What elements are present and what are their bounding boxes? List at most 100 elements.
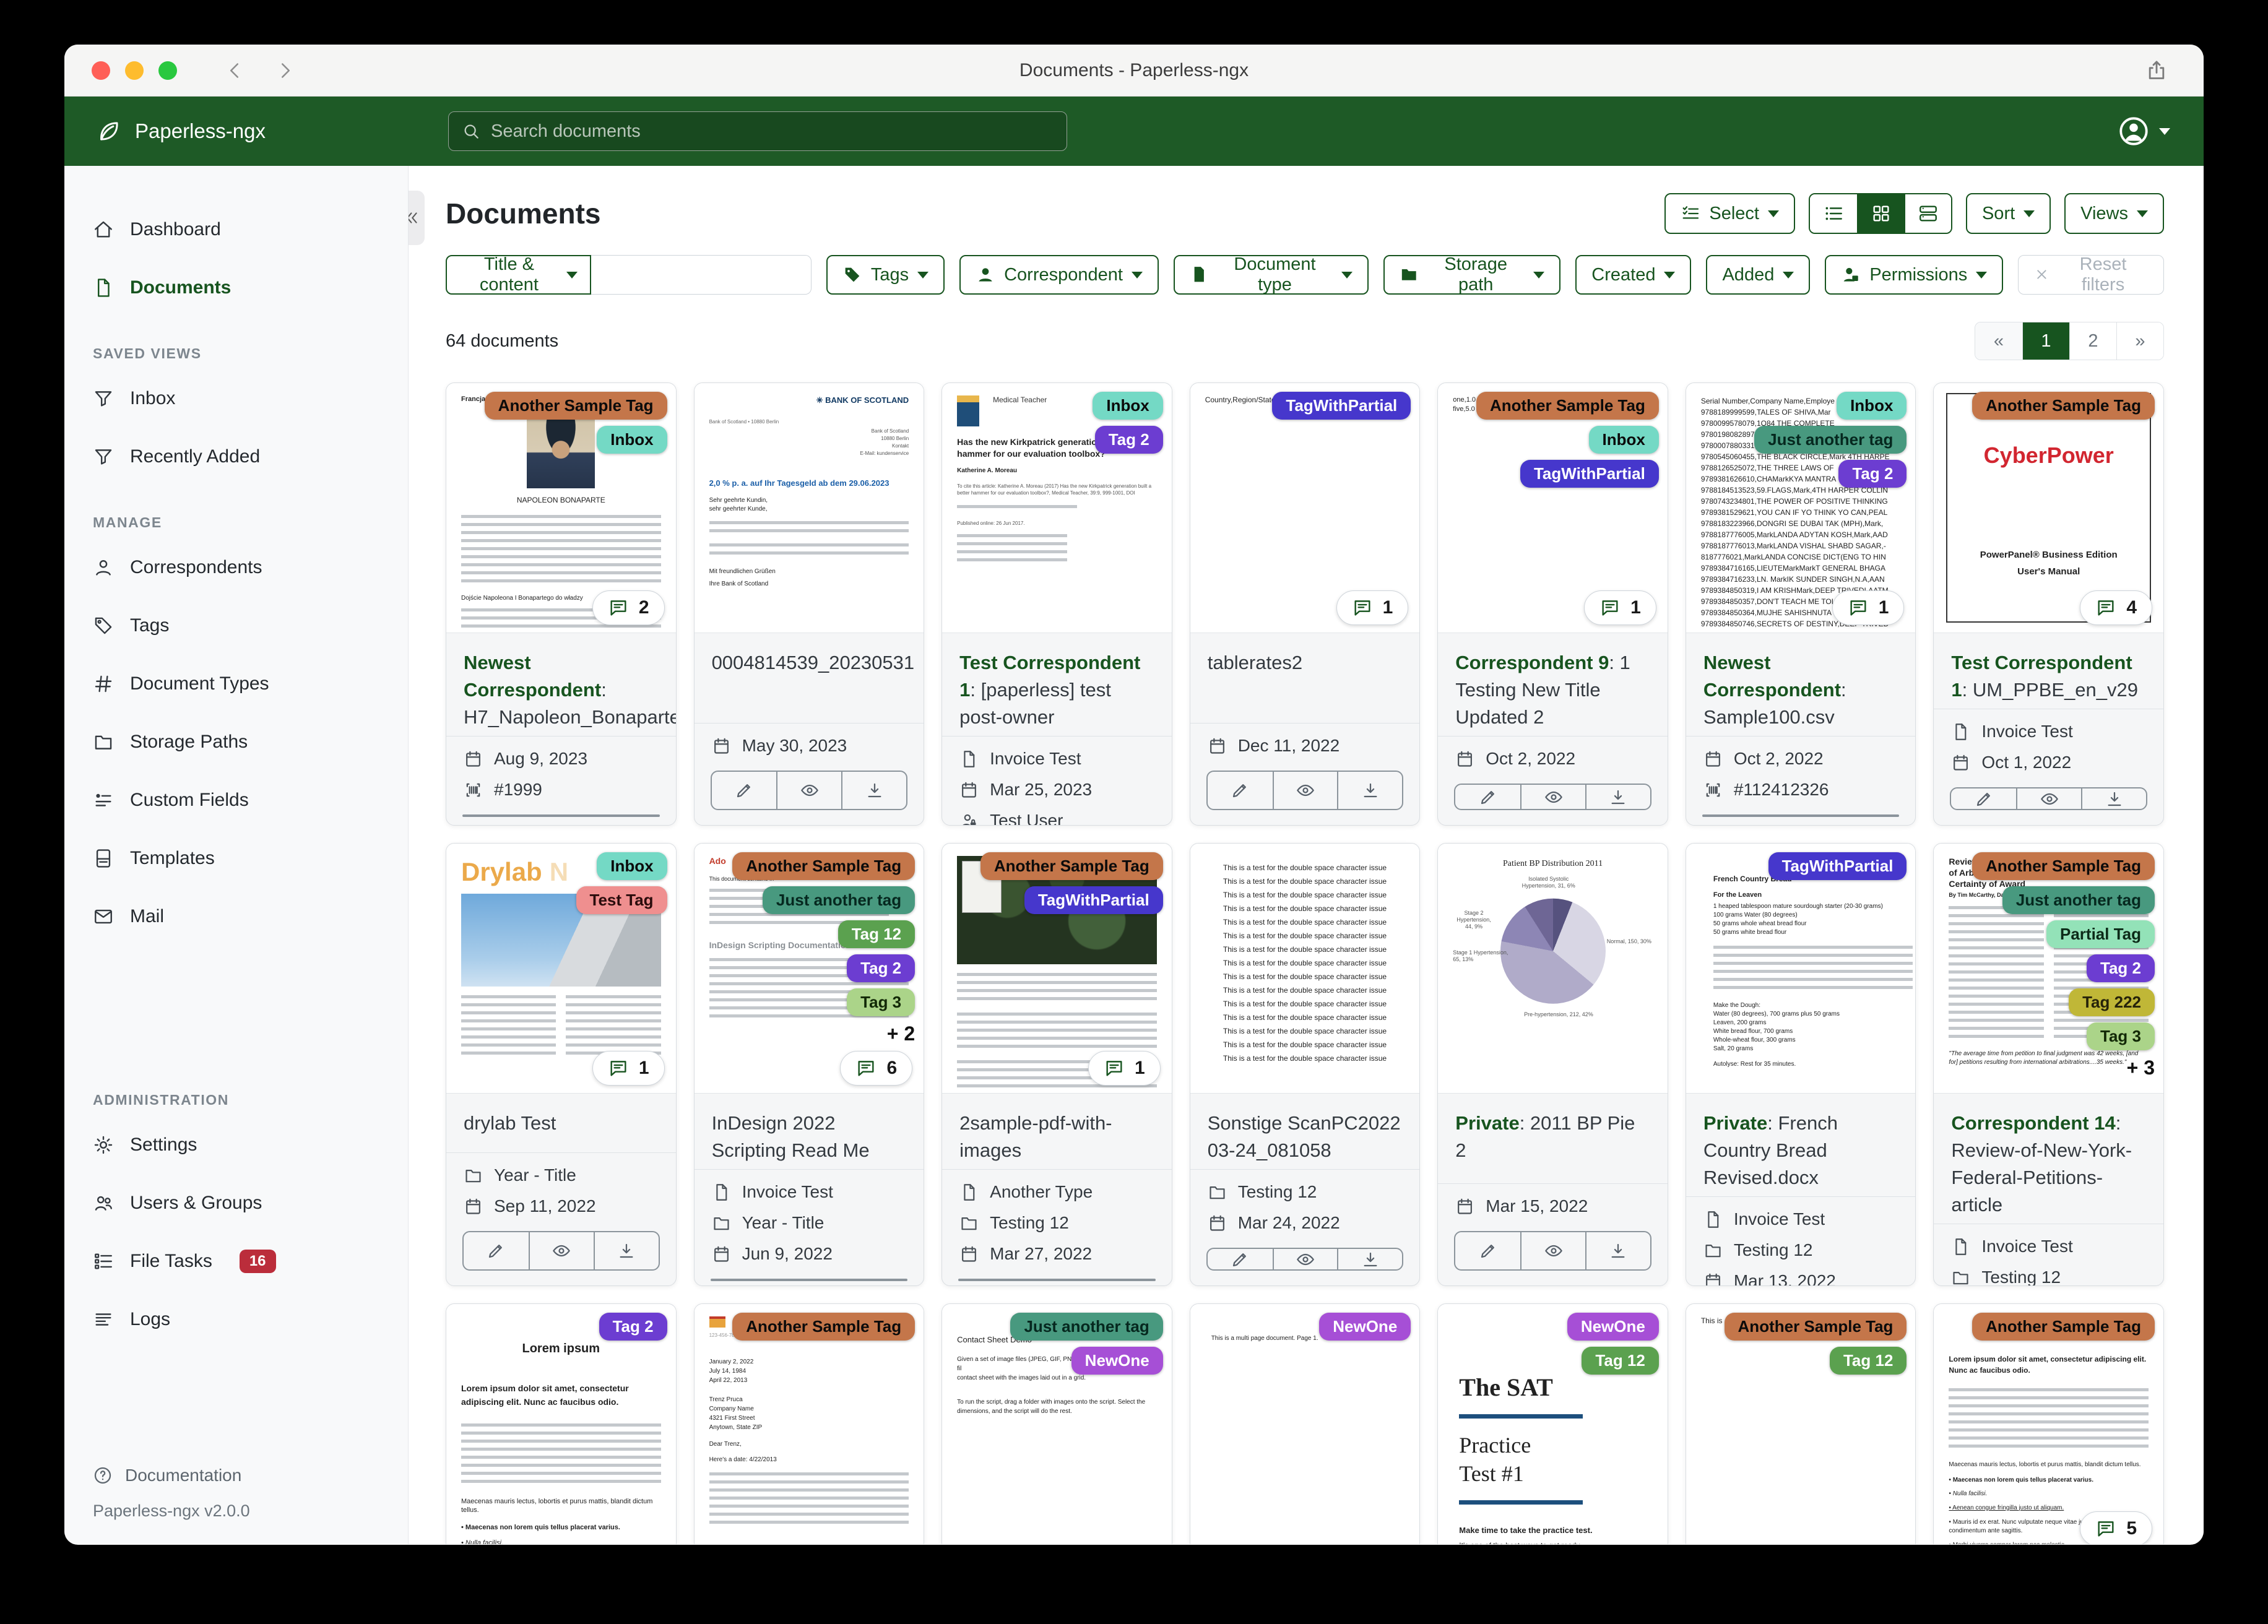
comment-count-badge[interactable]: 2 xyxy=(592,590,665,625)
document-title[interactable]: Test Correspondent 1: UM_PPBE_en_v29 xyxy=(1951,649,2146,704)
sidebar-item-logs[interactable]: Logs xyxy=(64,1290,408,1349)
grid-view-button[interactable] xyxy=(1856,194,1904,233)
tag-badge[interactable]: TagWithPartial xyxy=(1768,852,1907,880)
view-button[interactable] xyxy=(1520,785,1585,809)
download-button[interactable] xyxy=(1833,816,1898,817)
document-card[interactable]: Another Sample Tag TagWithPartial 1 2samp… xyxy=(941,843,1172,1286)
download-button[interactable] xyxy=(1089,1280,1154,1281)
view-button[interactable] xyxy=(1272,1249,1338,1269)
document-card[interactable]: Test Name123-456-7890January 2, 2022 Jul… xyxy=(693,1303,925,1544)
document-card[interactable]: This is a test Another Sample Tag Tag 12 xyxy=(1685,1303,1916,1544)
filter-storage-path-button[interactable]: Storage path xyxy=(1383,254,1561,295)
document-title[interactable]: drylab Test xyxy=(464,1110,659,1137)
document-thumbnail[interactable]: This is a multi page document. Page 1. N… xyxy=(1190,1304,1420,1544)
search-input[interactable] xyxy=(491,121,1054,142)
sidebar-item-users-groups[interactable]: Users & Groups xyxy=(64,1174,408,1232)
document-title[interactable]: Newest Correspondent: H7_Napoleon_Bonapa… xyxy=(464,649,676,731)
tag-badge[interactable]: Another Sample Tag xyxy=(1724,1313,1907,1341)
document-card[interactable]: CyberPower PowerPanel® Business Edition Us… xyxy=(1933,382,2164,826)
edit-button[interactable] xyxy=(464,816,529,817)
tag-badge[interactable]: Tag 222 xyxy=(2069,988,2155,1016)
document-thumbnail[interactable]: Medical Teacher Has the new Kirkpatrick g… xyxy=(942,383,1172,633)
tag-badge[interactable]: NewOne xyxy=(1567,1313,1659,1341)
download-button[interactable] xyxy=(594,816,659,817)
tag-badge[interactable]: Another Sample Tag xyxy=(1476,392,1659,420)
document-title[interactable]: Newest Correspondent: Sample100.csv xyxy=(1703,649,1898,731)
sidebar-item-file-tasks[interactable]: File Tasks 16 xyxy=(64,1232,408,1290)
document-title[interactable]: Correspondent 14: Review-of-New-York-Fed… xyxy=(1951,1110,2146,1219)
tag-badge[interactable]: NewOne xyxy=(1071,1347,1163,1375)
document-title[interactable]: InDesign 2022 Scripting Read Me xyxy=(712,1110,907,1164)
tag-badge[interactable]: NewOne xyxy=(1319,1313,1411,1341)
document-thumbnail[interactable]: Patient BP Distribution 2011 Isolated Sys… xyxy=(1438,844,1668,1094)
pagination-prev[interactable]: « xyxy=(1975,322,2022,360)
browser-back-icon[interactable] xyxy=(224,59,246,82)
filter-tags-button[interactable]: Tags xyxy=(826,255,945,295)
user-menu[interactable] xyxy=(2117,114,2170,148)
close-window-button[interactable] xyxy=(92,61,110,80)
global-search[interactable] xyxy=(448,111,1067,151)
tag-badge[interactable]: Tag 2 xyxy=(599,1313,667,1341)
document-card[interactable]: Drylab N Inbox Test Tag 1 drylab Test Year… xyxy=(446,843,677,1286)
pagination-next[interactable]: » xyxy=(2116,322,2163,360)
download-button[interactable] xyxy=(1337,772,1402,809)
browser-forward-icon[interactable] xyxy=(274,59,296,82)
document-card[interactable]: This is a test for the double space char… xyxy=(1189,843,1421,1286)
filter-correspondent-button[interactable]: Correspondent xyxy=(959,255,1159,295)
document-thumbnail[interactable]: This is a test for the double space char… xyxy=(1190,844,1420,1094)
title-content-dropdown[interactable]: Title & content xyxy=(446,254,591,295)
tag-badge[interactable]: Another Sample Tag xyxy=(732,852,915,880)
document-title[interactable]: tablerates2 xyxy=(1208,649,1403,676)
tag-badge[interactable]: Inbox xyxy=(1837,392,1907,420)
tag-badge[interactable]: Inbox xyxy=(597,426,667,454)
sidebar-item-custom-fields[interactable]: Custom Fields xyxy=(64,771,408,829)
tag-badge[interactable]: Just another tag xyxy=(1010,1313,1163,1341)
sidebar-item-recently-added[interactable]: Recently Added xyxy=(64,428,408,486)
minimize-window-button[interactable] xyxy=(125,61,144,80)
document-thumbnail[interactable]: Test Name123-456-7890January 2, 2022 Jul… xyxy=(694,1304,924,1544)
zoom-window-button[interactable] xyxy=(158,61,177,80)
sidebar-item-tags[interactable]: Tags xyxy=(64,597,408,655)
document-thumbnail[interactable]: Review of of Arbitral Certainty of Award… xyxy=(1934,844,2163,1094)
document-thumbnail[interactable]: CyberPower PowerPanel® Business Edition Us… xyxy=(1934,383,2163,633)
sort-button[interactable]: Sort xyxy=(1965,193,2051,234)
view-button[interactable] xyxy=(776,1280,841,1281)
comment-count-badge[interactable]: 1 xyxy=(1088,1051,1161,1086)
tag-badge[interactable]: Tag 2 xyxy=(2087,954,2155,982)
document-card[interactable]: Medical Teacher Has the new Kirkpatrick g… xyxy=(941,382,1172,826)
edit-button[interactable] xyxy=(464,1232,529,1269)
comment-count-badge[interactable]: 1 xyxy=(1584,590,1656,625)
document-thumbnail[interactable]: Another Sample Tag TagWithPartial 1 xyxy=(942,844,1172,1094)
tag-badge[interactable]: Another Sample Tag xyxy=(732,1313,915,1341)
document-card[interactable]: Contact Sheet Demo Given a set of image f… xyxy=(941,1303,1172,1544)
document-thumbnail[interactable]: one,1.0 five,5.0 Another Sample Tag Inbox… xyxy=(1438,383,1668,633)
list-view-button[interactable] xyxy=(1809,194,1857,233)
sidebar-item-documents[interactable]: Documents xyxy=(64,259,408,317)
document-thumbnail[interactable]: Lorem ipsumLorem ipsum dolor sit amet, c… xyxy=(1934,1304,2163,1544)
sidebar-item-inbox[interactable]: Inbox xyxy=(64,369,408,428)
filter-permissions-button[interactable]: Permissions xyxy=(1825,255,2004,295)
tag-badge[interactable]: Tag 12 xyxy=(1829,1347,1907,1375)
document-card[interactable]: This is a multi page document. Page 1. N… xyxy=(1189,1303,1421,1544)
tag-badge[interactable]: Just another tag xyxy=(2002,886,2155,914)
edit-button[interactable] xyxy=(712,772,777,809)
tag-badge[interactable]: TagWithPartial xyxy=(1520,460,1659,488)
document-thumbnail[interactable]: This is a test Another Sample Tag Tag 12 xyxy=(1686,1304,1916,1544)
edit-button[interactable] xyxy=(1208,1249,1273,1269)
document-card[interactable]: Country,Region/State," TagWithPartial 1 … xyxy=(1189,382,1421,826)
sidebar-item-document-types[interactable]: Document Types xyxy=(64,655,408,713)
document-title[interactable]: Test Correspondent 1: [paperless] test p… xyxy=(959,649,1154,731)
document-card[interactable]: Francja pod rzNAPOLEON BONAPARTEDojście … xyxy=(446,382,677,826)
download-button[interactable] xyxy=(2081,788,2146,809)
view-button[interactable] xyxy=(1024,1280,1089,1281)
filter-document-type-button[interactable]: Document type xyxy=(1173,254,1369,295)
document-title[interactable]: 2sample-pdf-with-images xyxy=(959,1110,1154,1164)
edit-button[interactable] xyxy=(1455,785,1520,809)
share-icon[interactable] xyxy=(2144,58,2169,83)
tag-badge[interactable]: Another Sample Tag xyxy=(980,852,1163,880)
documentation-link[interactable]: Documentation xyxy=(93,1466,408,1485)
document-title[interactable]: Sonstige ScanPC2022 03-24_081058 xyxy=(1208,1110,1403,1164)
select-button[interactable]: Select xyxy=(1664,193,1795,234)
document-card[interactable]: AdoThis document contains inInDesign Scr… xyxy=(693,843,925,1286)
sidebar-item-correspondents[interactable]: Correspondents xyxy=(64,538,408,597)
